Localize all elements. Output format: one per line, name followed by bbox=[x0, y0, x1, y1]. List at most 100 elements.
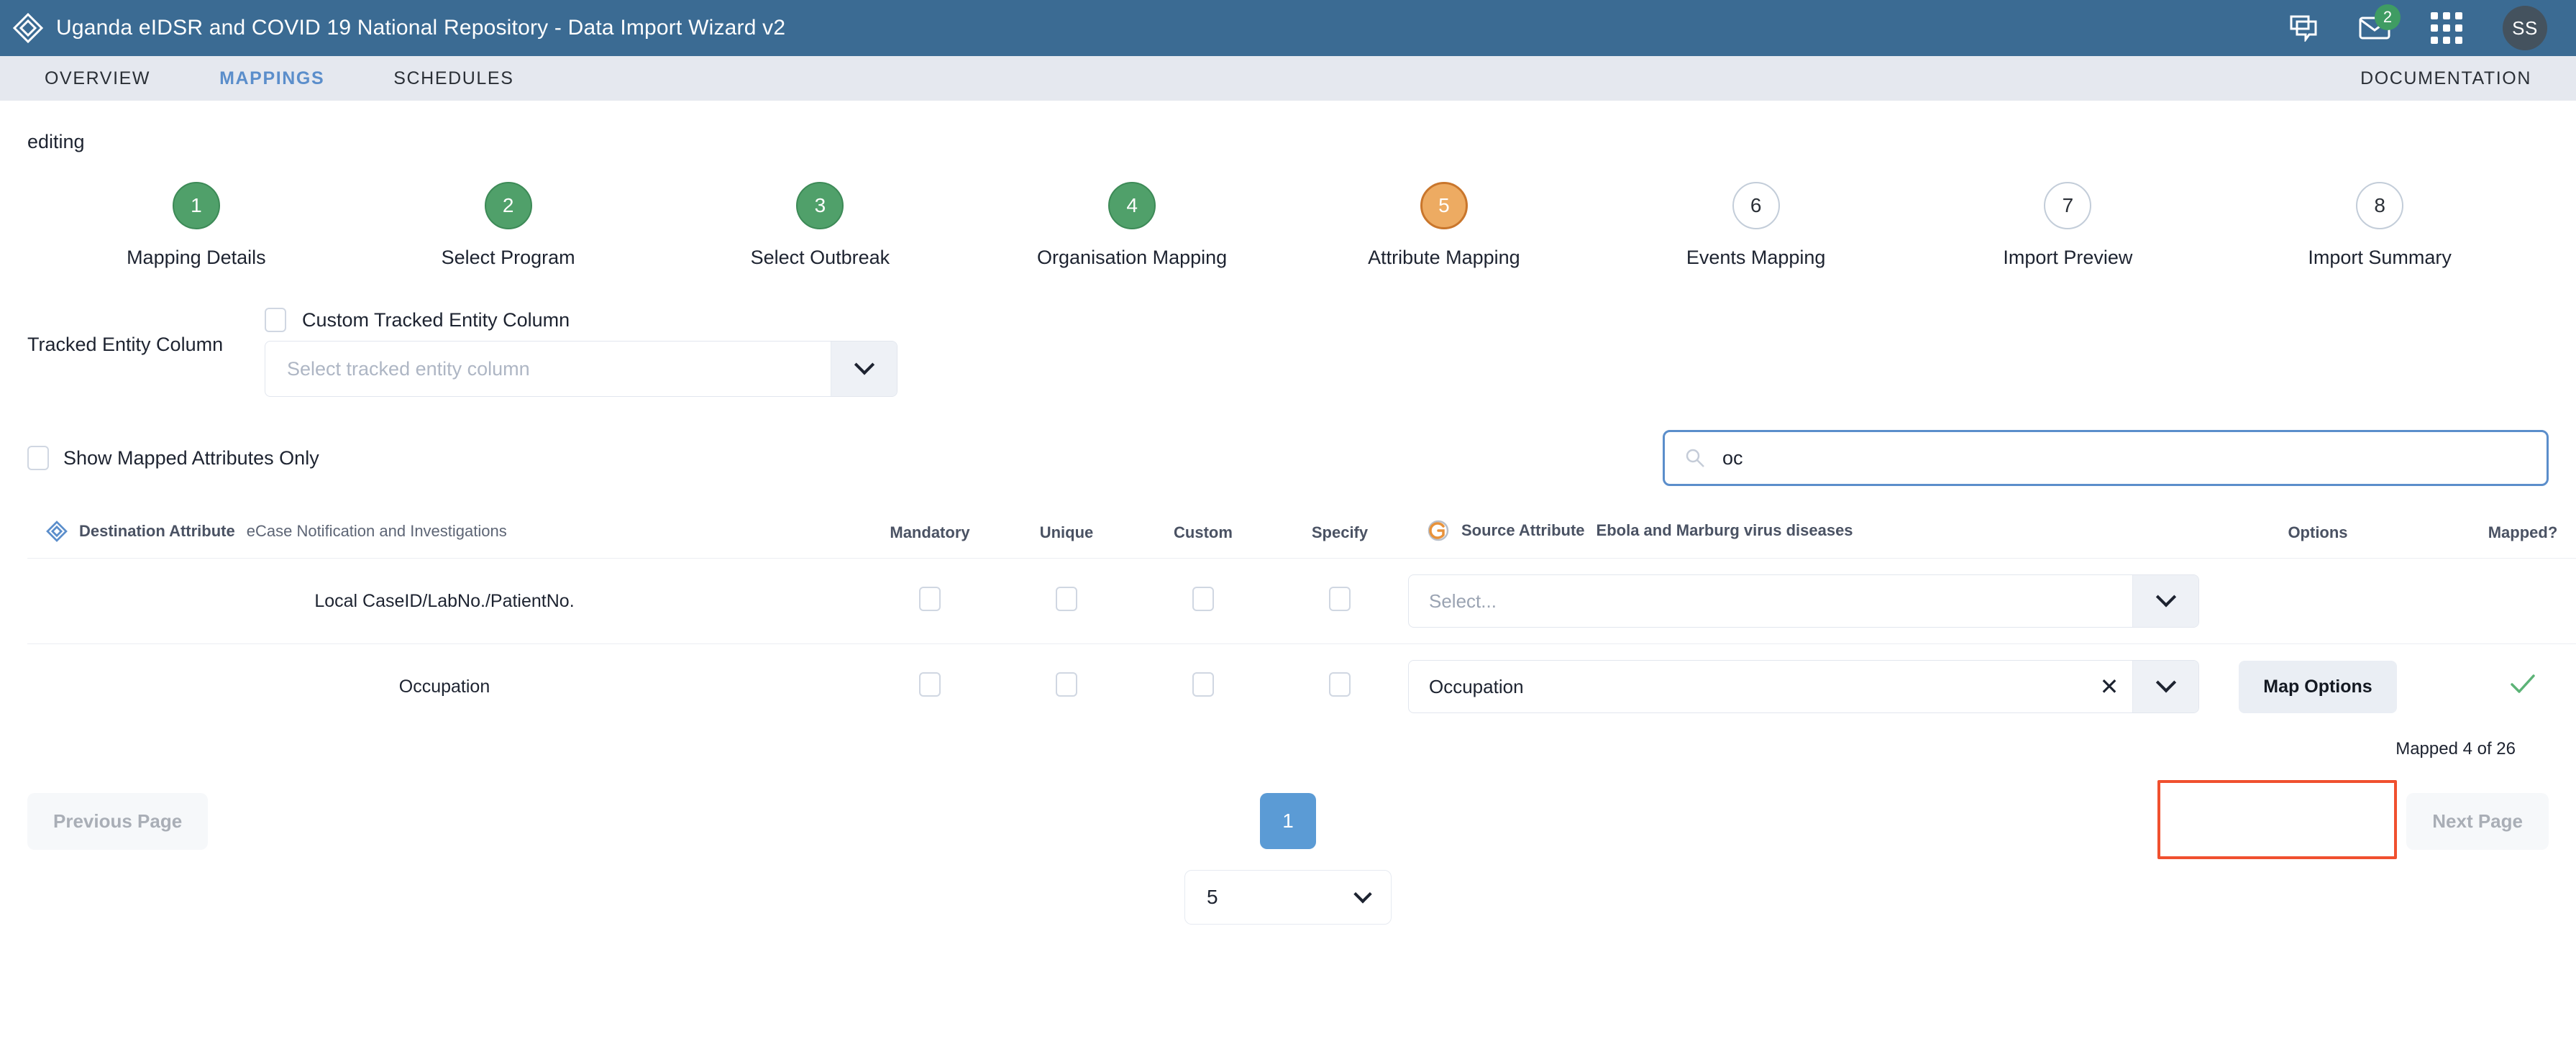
row-destination-attribute: Occupation bbox=[27, 643, 862, 729]
header-unique: Unique bbox=[1039, 523, 1094, 541]
step-select-outbreak[interactable]: 3 Select Outbreak bbox=[664, 182, 977, 269]
row-source-attribute-cell: Occupation ✕ bbox=[1408, 643, 2199, 729]
row-specify-checkbox[interactable] bbox=[1329, 672, 1351, 697]
header-custom: Custom bbox=[1174, 523, 1233, 541]
pagination: Previous Page 1 Next Page bbox=[27, 792, 2549, 850]
step-label-8: Import Summary bbox=[2308, 247, 2452, 268]
map-options-button[interactable]: Map Options bbox=[2239, 660, 2397, 713]
attribute-mapping-table: Destination Attribute eCase Notification… bbox=[27, 519, 2576, 729]
step-circle-4: 4 bbox=[1108, 182, 1156, 229]
diamond-layers-icon bbox=[46, 521, 68, 542]
chat-bubbles-icon-button[interactable] bbox=[2288, 14, 2319, 42]
page-body: editing 1 Mapping Details 2 Select Progr… bbox=[0, 131, 2576, 925]
header-destination-attribute-label: Destination Attribute bbox=[79, 522, 235, 540]
tab-overview[interactable]: OVERVIEW bbox=[45, 68, 150, 89]
step-circle-6: 6 bbox=[1732, 182, 1780, 229]
row-mandatory-checkbox[interactable] bbox=[919, 586, 941, 611]
search-input-value: oc bbox=[1722, 446, 1743, 469]
row-mandatory-checkbox[interactable] bbox=[919, 672, 941, 697]
tracked-entity-dropdown-toggle[interactable] bbox=[831, 342, 897, 396]
previous-page-button[interactable]: Previous Page bbox=[27, 792, 209, 850]
app-logo[interactable] bbox=[0, 0, 56, 56]
source-attribute-select[interactable]: Select... bbox=[1408, 574, 2199, 628]
header-options: Options bbox=[2288, 523, 2348, 541]
row-specify-cell bbox=[1271, 558, 1408, 644]
diamond-layers-icon bbox=[12, 12, 44, 44]
next-page-button[interactable]: Next Page bbox=[2406, 792, 2549, 850]
row-unique-checkbox[interactable] bbox=[1056, 672, 1077, 697]
mapped-check-icon bbox=[2510, 674, 2536, 700]
app-header: Uganda eIDSR and COVID 19 National Repos… bbox=[0, 0, 2576, 56]
step-organisation-mapping[interactable]: 4 Organisation Mapping bbox=[976, 182, 1288, 269]
row-mandatory-cell bbox=[862, 558, 998, 644]
source-attribute-dropdown-toggle[interactable] bbox=[2132, 575, 2198, 627]
mapped-count-status: Mapped 4 of 26 bbox=[2395, 739, 2516, 759]
step-select-program[interactable]: 2 Select Program bbox=[352, 182, 664, 269]
source-attribute-select[interactable]: Occupation ✕ bbox=[1408, 660, 2199, 713]
app-title: Uganda eIDSR and COVID 19 National Repos… bbox=[56, 16, 786, 40]
header-mandatory: Mandatory bbox=[890, 523, 970, 541]
row-specify-checkbox[interactable] bbox=[1329, 586, 1351, 611]
search-icon bbox=[1686, 449, 1704, 467]
step-attribute-mapping[interactable]: 5 Attribute Mapping bbox=[1288, 182, 1600, 269]
mail-icon-button[interactable]: 2 bbox=[2359, 4, 2401, 40]
row-custom-cell bbox=[1135, 558, 1271, 644]
filter-row: Show Mapped Attributes Only oc bbox=[27, 430, 2549, 486]
custom-tracked-entity-label: Custom Tracked Entity Column bbox=[302, 308, 570, 331]
row-destination-attribute: Local CaseID/LabNo./PatientNo. bbox=[27, 558, 862, 644]
header-source-program: Ebola and Marburg virus diseases bbox=[1596, 521, 1853, 539]
row-custom-cell bbox=[1135, 643, 1271, 729]
row-options-cell: Map Options bbox=[2199, 643, 2436, 729]
row-custom-checkbox[interactable] bbox=[1192, 586, 1214, 611]
tab-schedules[interactable]: SCHEDULES bbox=[393, 68, 513, 89]
step-label-1: Mapping Details bbox=[127, 247, 266, 268]
tracked-entity-column-select[interactable]: Select tracked entity column bbox=[265, 341, 898, 397]
step-circle-8: 8 bbox=[2356, 182, 2404, 229]
apps-grid-icon-button[interactable] bbox=[2431, 12, 2462, 44]
show-mapped-attributes-only-label: Show Mapped Attributes Only bbox=[63, 446, 319, 469]
chevron-down-icon bbox=[2155, 587, 2176, 608]
show-mapped-attributes-only-checkbox[interactable] bbox=[27, 446, 49, 470]
step-mapping-details[interactable]: 1 Mapping Details bbox=[40, 182, 352, 269]
step-import-summary[interactable]: 8 Import Summary bbox=[2224, 182, 2536, 269]
step-circle-1: 1 bbox=[172, 182, 220, 229]
row-specify-cell bbox=[1271, 643, 1408, 729]
wizard-stepper: 1 Mapping Details 2 Select Program 3 Sel… bbox=[27, 182, 2549, 269]
step-label-4: Organisation Mapping bbox=[1037, 247, 1228, 268]
custom-tracked-entity-checkbox[interactable] bbox=[265, 308, 286, 332]
documentation-link[interactable]: DOCUMENTATION bbox=[2360, 68, 2576, 89]
editing-status: editing bbox=[27, 131, 85, 152]
step-circle-2: 2 bbox=[484, 182, 532, 229]
step-events-mapping[interactable]: 6 Events Mapping bbox=[1600, 182, 1912, 269]
header-source-attribute: Source Attribute Ebola and Marburg virus… bbox=[1408, 519, 2199, 559]
step-label-5: Attribute Mapping bbox=[1368, 247, 1520, 268]
table-row: Occupation Occupation ✕ Map Options bbox=[27, 643, 2576, 729]
table-row: Local CaseID/LabNo./PatientNo. Select... bbox=[27, 558, 2576, 644]
source-attribute-value: Select... bbox=[1429, 590, 1497, 612]
rows-per-page-wrap: 5 bbox=[27, 870, 2549, 925]
go-data-icon bbox=[1428, 520, 1449, 541]
source-attribute-dropdown-toggle[interactable] bbox=[2132, 661, 2198, 712]
app-header-actions: 2 SS bbox=[2288, 4, 2576, 50]
step-label-3: Select Outbreak bbox=[750, 247, 890, 268]
mail-unread-badge: 2 bbox=[2375, 4, 2401, 30]
tab-mappings[interactable]: MAPPINGS bbox=[219, 68, 324, 89]
step-label-2: Select Program bbox=[441, 247, 575, 268]
main-navigation: OVERVIEW MAPPINGS SCHEDULES DOCUMENTATIO… bbox=[0, 56, 2576, 101]
header-mapped: Mapped? bbox=[2488, 523, 2558, 541]
search-input[interactable]: oc bbox=[1663, 430, 2549, 486]
page-number-1[interactable]: 1 bbox=[1260, 793, 1316, 849]
step-circle-5: 5 bbox=[1420, 182, 1468, 229]
row-custom-checkbox[interactable] bbox=[1192, 672, 1214, 697]
step-import-preview[interactable]: 7 Import Preview bbox=[1912, 182, 2224, 269]
avatar[interactable]: SS bbox=[2503, 6, 2547, 50]
apps-grid-icon bbox=[2431, 12, 2462, 44]
clear-selection-icon[interactable]: ✕ bbox=[2086, 661, 2132, 712]
step-label-7: Import Preview bbox=[2003, 247, 2133, 268]
step-label-6: Events Mapping bbox=[1686, 247, 1826, 268]
row-source-attribute-cell: Select... bbox=[1408, 558, 2199, 644]
tracked-entity-column-section: Tracked Entity Column Custom Tracked Ent… bbox=[27, 308, 2549, 397]
row-unique-checkbox[interactable] bbox=[1056, 586, 1077, 611]
rows-per-page-select[interactable]: 5 bbox=[1184, 870, 1392, 925]
source-attribute-value: Occupation bbox=[1429, 675, 1524, 697]
